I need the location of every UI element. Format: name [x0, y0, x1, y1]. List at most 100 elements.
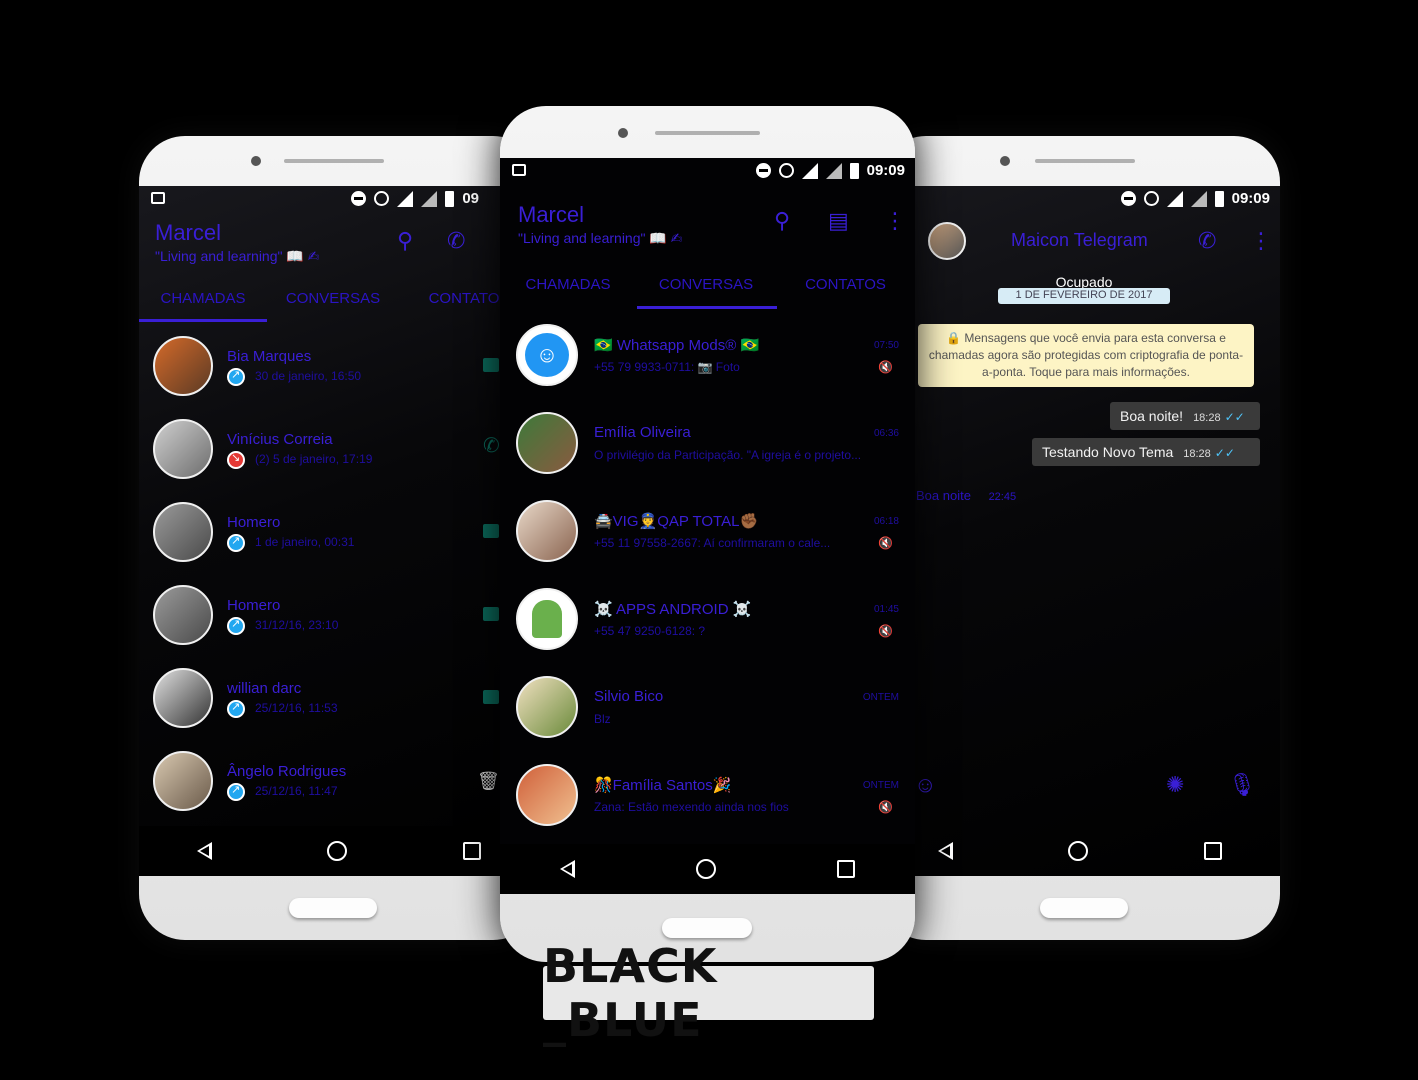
add-call-icon[interactable]: ✆	[447, 228, 465, 254]
chat-preview: Zana: Estão mexendo ainda nos fios	[594, 800, 789, 814]
call-row[interactable]: Homero 1 de janeiro, 00:31	[139, 502, 539, 584]
profile-name[interactable]: Marcel	[518, 202, 584, 228]
call-row[interactable]: willian darc 25/12/16, 11:53	[139, 668, 539, 750]
alarm-icon	[778, 163, 794, 178]
wifi-icon	[1166, 190, 1183, 207]
avatar: ☺	[516, 324, 578, 386]
speaker	[655, 131, 760, 135]
home-button[interactable]	[289, 898, 377, 918]
phone-icon[interactable]: ✆	[1198, 228, 1216, 254]
home-button[interactable]	[1040, 898, 1128, 918]
delete-icon[interactable]: 🗑	[477, 771, 500, 792]
recent-apps-icon[interactable]	[836, 860, 855, 878]
chat-name: 🚔VIG👮QAP TOTAL✊🏾	[594, 513, 759, 530]
back-icon[interactable]	[560, 860, 576, 878]
home-icon[interactable]	[327, 841, 348, 861]
tab-contatos[interactable]: CONTATOS	[776, 276, 915, 293]
call-name: Bia Marques	[227, 348, 312, 365]
profile-name[interactable]: Marcel	[155, 220, 221, 246]
left-screen: 09 Marcel "Living and learning" 📖 ✍ ⚲ ✆ …	[139, 186, 539, 876]
home-icon[interactable]	[1068, 841, 1089, 861]
status-time: 09:09	[1231, 190, 1270, 207]
nav-bar	[500, 844, 915, 894]
chat-row[interactable]: 🚔VIG👮QAP TOTAL✊🏾 +55 11 97558-2667: Aí c…	[500, 500, 915, 588]
chat-name: 🇧🇷 Whatsapp Mods® 🇧🇷	[594, 337, 760, 354]
more-vert-icon[interactable]: ⋮	[1250, 228, 1272, 254]
call-name: willian darc	[227, 680, 302, 697]
back-icon[interactable]	[196, 842, 212, 860]
alarm-icon	[374, 191, 390, 206]
outgoing-message[interactable]: Testando Novo Tema 18:28 ✓✓	[1032, 438, 1260, 466]
outgoing-call-icon	[227, 368, 245, 386]
camera-icon[interactable]: ✺	[1166, 772, 1184, 798]
dnd-icon	[755, 163, 771, 178]
tab-conversas[interactable]: CONVERSAS	[267, 290, 399, 307]
wifi-icon	[397, 190, 414, 207]
call-detail: 1 de janeiro, 00:31	[227, 534, 354, 552]
video-call-icon[interactable]	[483, 358, 499, 372]
tab-conversas[interactable]: CONVERSAS	[636, 276, 776, 293]
new-chat-icon[interactable]: ▤	[828, 208, 849, 234]
outgoing-message[interactable]: Boa noite! 18:28 ✓✓	[1110, 402, 1260, 430]
back-icon[interactable]	[937, 842, 953, 860]
phone-icon[interactable]: ✆	[483, 433, 500, 458]
muted-icon: 🔇	[878, 624, 893, 638]
call-row[interactable]: Homero 31/12/16, 23:10	[139, 585, 539, 667]
more-vert-icon[interactable]: ⋮	[884, 208, 906, 234]
chat-preview: +55 11 97558-2667: Aí confirmaram o cale…	[594, 536, 831, 550]
search-icon[interactable]: ⚲	[397, 228, 413, 254]
call-row[interactable]: Bia Marques 30 de janeiro, 16:50	[139, 336, 539, 418]
contact-name[interactable]: Maicon Telegram	[1011, 230, 1148, 251]
contact-avatar[interactable]	[928, 222, 966, 260]
mic-icon[interactable]: 🎙	[1228, 772, 1256, 798]
call-detail: 25/12/16, 11:53	[227, 700, 338, 718]
front-camera	[618, 128, 628, 138]
status-bar: 09	[139, 186, 539, 212]
chat-preview: Blz	[594, 712, 611, 726]
outgoing-call-icon	[227, 783, 245, 801]
dnd-icon	[351, 191, 367, 206]
chat-row[interactable]: 🎊Família Santos🎉 Zana: Estão mexendo ain…	[500, 764, 915, 852]
avatar	[153, 585, 213, 645]
recent-apps-icon[interactable]	[1204, 842, 1223, 860]
call-row[interactable]: Ângelo Rodrigues 25/12/16, 11:47 🗑	[139, 751, 539, 833]
outgoing-call-icon	[227, 617, 245, 635]
outgoing-call-icon	[227, 534, 245, 552]
muted-icon: 🔇	[878, 800, 893, 814]
video-call-icon[interactable]	[483, 690, 499, 704]
chat-row[interactable]: ☠️ APPS ANDROID ☠️ +55 47 9250-6128: ? 0…	[500, 588, 915, 676]
signal-icon	[825, 162, 842, 179]
status-bar: 09:09	[880, 186, 1280, 212]
call-detail: 30 de janeiro, 16:50	[227, 368, 361, 386]
outgoing-call-icon	[227, 700, 245, 718]
recent-apps-icon[interactable]	[463, 842, 482, 860]
wifi-icon	[801, 162, 818, 179]
encryption-notice[interactable]: 🔒 Mensagens que você envia para esta con…	[918, 324, 1254, 387]
status-time: 09	[462, 190, 479, 207]
video-call-icon[interactable]	[483, 607, 499, 621]
theme-label: BLACK _BLUE	[543, 939, 874, 1047]
gallery-icon	[512, 164, 526, 176]
chat-row[interactable]: ☺ 🇧🇷 Whatsapp Mods® 🇧🇷 +55 79 9933-0711:…	[500, 324, 915, 412]
profile-status: "Living and learning" 📖 ✍	[518, 230, 683, 246]
home-button[interactable]	[662, 918, 752, 938]
emoji-icon[interactable]: ☺	[914, 772, 936, 798]
tab-chamadas[interactable]: CHAMADAS	[500, 276, 636, 293]
chat-preview: O privilégio da Participação. "A igreja …	[594, 448, 862, 462]
chat-name: Emília Oliveira	[594, 424, 691, 441]
video-call-icon[interactable]	[483, 524, 499, 538]
chat-row[interactable]: Emília Oliveira O privilégio da Particip…	[500, 412, 915, 500]
chat-row[interactable]: Silvio Bico Blz ONTEM	[500, 676, 915, 764]
missed-call-icon	[227, 451, 245, 469]
tab-chamadas[interactable]: CHAMADAS	[139, 290, 267, 307]
search-icon[interactable]: ⚲	[774, 208, 790, 234]
avatar	[153, 502, 213, 562]
nav-bar	[139, 826, 539, 876]
date-chip: 1 DE FEVEREIRO DE 2017	[998, 288, 1170, 304]
home-icon[interactable]	[695, 859, 716, 879]
status-bar: 09:09	[500, 158, 915, 184]
profile-status: "Living and learning" 📖 ✍	[155, 248, 320, 264]
chat-time: ONTEM	[862, 780, 899, 791]
incoming-message[interactable]: Boa noite 22:45	[916, 488, 1016, 503]
call-row[interactable]: Vinícius Correia (2) 5 de janeiro, 17:19…	[139, 419, 539, 501]
